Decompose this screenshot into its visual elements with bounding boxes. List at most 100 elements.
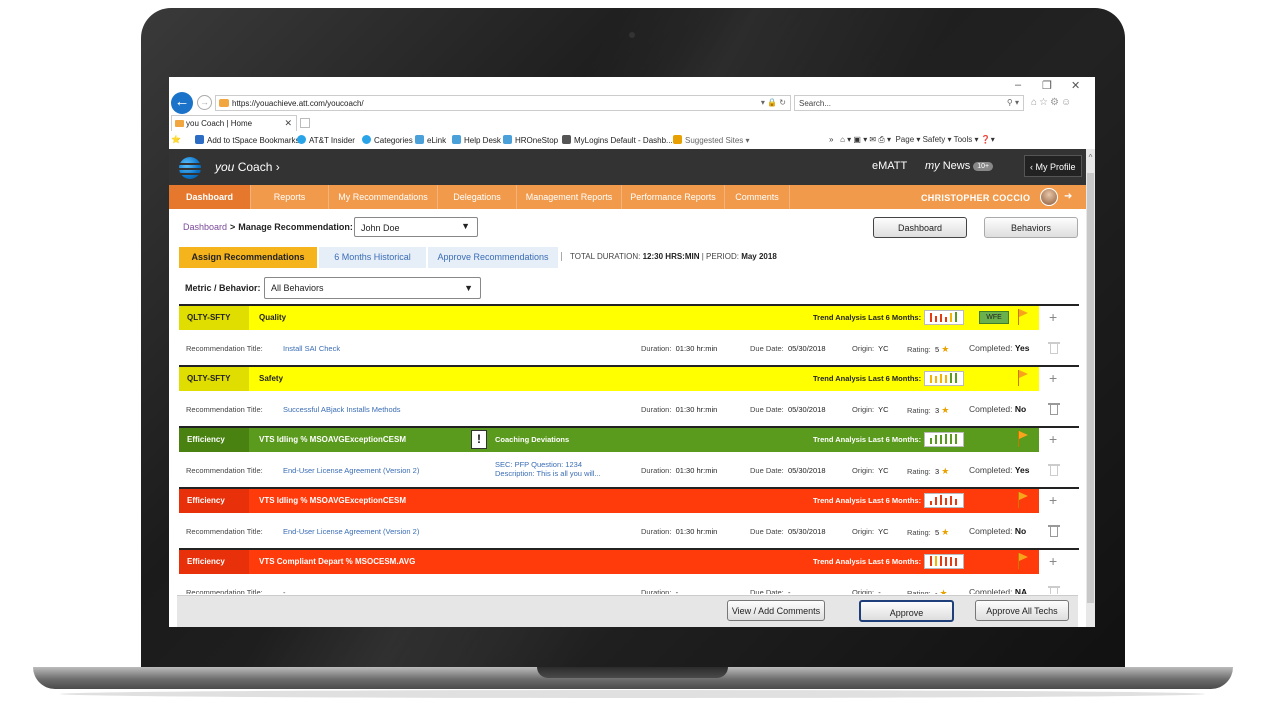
completed-field: Completed: No: [969, 526, 1027, 536]
favorite-elink[interactable]: eLink: [415, 135, 446, 145]
command-bar[interactable]: » ⌂ ▾ ▣ ▾ ✉ ⎙ ▾ Page ▾ Safety ▾ Tools ▾ …: [829, 135, 995, 145]
flag-icon[interactable]: [1017, 553, 1029, 569]
nav-dashboard[interactable]: Dashboard: [169, 185, 251, 209]
trend-sparkline[interactable]: [924, 554, 964, 569]
nav-performance-reports[interactable]: Performance Reports: [622, 185, 725, 209]
favorite-suggested[interactable]: Suggested Sites ▾: [673, 135, 750, 145]
flag-icon[interactable]: [1017, 431, 1029, 447]
row-header[interactable]: QLTY-SFTY Safety Trend Analysis Last 6 M…: [179, 367, 1039, 391]
nav-comments[interactable]: Comments: [725, 185, 790, 209]
scroll-up-icon[interactable]: ^: [1086, 153, 1095, 162]
app-header: you Coach › eMATT my News 10+ ‹ My Profil…: [169, 149, 1086, 185]
row-metric-name: VTS Compliant Depart % MSOCESM.AVG: [259, 557, 416, 566]
flag-icon[interactable]: [1017, 492, 1029, 508]
tab-approve-recommendations[interactable]: Approve Recommendations: [428, 247, 558, 268]
trend-sparkline[interactable]: [924, 493, 964, 508]
flag-icon[interactable]: [1017, 309, 1029, 325]
sec-description[interactable]: SEC: PFP Question: 1234 Description: This…: [495, 460, 601, 478]
favorite-mylogins[interactable]: MyLogins Default - Dashb...: [562, 135, 673, 145]
my-news-link[interactable]: my News 10+: [925, 160, 994, 172]
approve-button[interactable]: Approve: [859, 600, 954, 622]
search-icon[interactable]: ⚲ ▾: [1007, 98, 1019, 107]
rec-title-link[interactable]: Install SAI Check: [283, 344, 340, 353]
trash-icon[interactable]: [1048, 523, 1060, 538]
expand-plus-icon[interactable]: +: [1049, 431, 1057, 447]
row-header[interactable]: Efficiency VTS Idling % MSOAVGExceptionC…: [179, 428, 1039, 452]
nav-reports[interactable]: Reports: [251, 185, 329, 209]
row-header[interactable]: Efficiency VTS Idling % MSOAVGExceptionC…: [179, 489, 1039, 513]
flag-icon[interactable]: [1017, 370, 1029, 386]
browser-tab[interactable]: you Coach | Home ✕: [171, 115, 297, 131]
forward-icon[interactable]: →: [197, 95, 212, 110]
home-star-gear-icons[interactable]: ⌂☆⚙☺: [1031, 97, 1073, 108]
my-profile-button[interactable]: ‹ My Profile: [1024, 155, 1082, 177]
metric-behavior-select[interactable]: All Behaviors ▼: [264, 277, 481, 299]
trash-icon[interactable]: [1048, 462, 1060, 477]
row-details: Recommendation Title: End-User License A…: [179, 513, 1079, 550]
origin-field: Origin: YC: [852, 527, 889, 536]
row-header[interactable]: QLTY-SFTY Quality Trend Analysis Last 6 …: [179, 306, 1039, 330]
approve-all-techs-button[interactable]: Approve All Techs: [975, 600, 1069, 621]
favorites-bar: ⭐ Add to tSpace Bookmarks AT&T Insider C…: [169, 131, 1095, 149]
app-title[interactable]: you Coach ›: [215, 160, 280, 174]
star-icon: ★: [941, 405, 950, 415]
trend-sparkline[interactable]: [924, 432, 964, 447]
new-tab-icon[interactable]: [300, 118, 310, 128]
behaviors-button[interactable]: Behaviors: [984, 217, 1078, 238]
recommendation-row: QLTY-SFTY Quality Trend Analysis Last 6 …: [179, 304, 1079, 365]
coaching-deviations-label: Coaching Deviations: [495, 435, 570, 444]
expand-plus-icon[interactable]: +: [1049, 370, 1057, 386]
trash-icon[interactable]: [1048, 584, 1060, 594]
alert-icon[interactable]: !: [471, 430, 487, 449]
person-select[interactable]: John Doe ▼: [354, 217, 478, 237]
favorite-tspace[interactable]: Add to tSpace Bookmarks: [195, 135, 300, 145]
expand-plus-icon[interactable]: +: [1049, 309, 1057, 325]
avatar[interactable]: [1040, 188, 1058, 206]
scrollbar[interactable]: ^: [1086, 149, 1095, 627]
row-details: Recommendation Title: Install SAI Check …: [179, 330, 1079, 367]
tab-assign-recommendations[interactable]: Assign Recommendations: [179, 247, 317, 268]
favorites-star-icon[interactable]: ⭐: [171, 135, 181, 144]
view-add-comments-button[interactable]: View / Add Comments: [727, 600, 825, 621]
nav-delegations[interactable]: Delegations: [438, 185, 517, 209]
minimize-icon[interactable]: –: [1015, 79, 1021, 91]
rec-title-link[interactable]: End-User License Agreement (Version 2): [283, 466, 419, 475]
metric-behavior-label: Metric / Behavior:: [185, 283, 261, 293]
expand-plus-icon[interactable]: +: [1049, 492, 1057, 508]
trend-sparkline[interactable]: [924, 310, 964, 325]
url-text: https://youachieve.att.com/youcoach/: [232, 99, 364, 108]
origin-field: Origin: YC: [852, 344, 889, 353]
expand-plus-icon[interactable]: +: [1049, 553, 1057, 569]
nav-my-recommendations[interactable]: My Recommendations: [329, 185, 438, 209]
nav-management-reports[interactable]: Management Reports: [517, 185, 622, 209]
rec-title-link[interactable]: -: [283, 588, 286, 594]
row-header[interactable]: Efficiency VTS Compliant Depart % MSOCES…: [179, 550, 1039, 574]
favorite-hronestop[interactable]: HROneStop: [503, 135, 558, 145]
scroll-thumb[interactable]: [1087, 173, 1094, 603]
back-icon[interactable]: ←: [171, 92, 193, 114]
trash-icon[interactable]: [1048, 401, 1060, 416]
favorite-insider[interactable]: AT&T Insider: [297, 135, 355, 145]
address-bar[interactable]: https://youachieve.att.com/youcoach/ ▾ 🔒…: [215, 95, 791, 111]
rec-title-link[interactable]: End-User License Agreement (Version 2): [283, 527, 419, 536]
tab-close-icon[interactable]: ✕: [284, 118, 292, 129]
due-date-field: Due Date: -: [750, 588, 791, 594]
duration-field: Duration: -: [641, 588, 679, 594]
due-date-field: Due Date: 05/30/2018: [750, 527, 826, 536]
trend-sparkline[interactable]: [924, 371, 964, 386]
logo-stripe: [179, 168, 201, 170]
dashboard-button[interactable]: Dashboard: [873, 217, 967, 238]
search-placeholder: Search...: [799, 99, 832, 108]
favorite-helpdesk[interactable]: Help Desk: [452, 135, 501, 145]
logout-icon[interactable]: ➜: [1064, 191, 1072, 202]
trend-label: Trend Analysis Last 6 Months:: [813, 557, 922, 566]
breadcrumb-dashboard[interactable]: Dashboard: [183, 222, 227, 232]
trash-icon[interactable]: [1048, 340, 1060, 355]
rating-field: Rating: - ★: [907, 588, 948, 594]
rec-title-link[interactable]: Successful ABjack Installs Methods: [283, 405, 401, 414]
search-input[interactable]: Search... ⚲ ▾: [794, 95, 1024, 111]
address-tools-icon[interactable]: ▾ 🔒 ↻: [761, 98, 786, 107]
ematt-link[interactable]: eMATT: [872, 160, 907, 172]
tab-6-months-historical[interactable]: 6 Months Historical: [319, 247, 426, 268]
favorite-categories[interactable]: Categories: [362, 135, 413, 145]
